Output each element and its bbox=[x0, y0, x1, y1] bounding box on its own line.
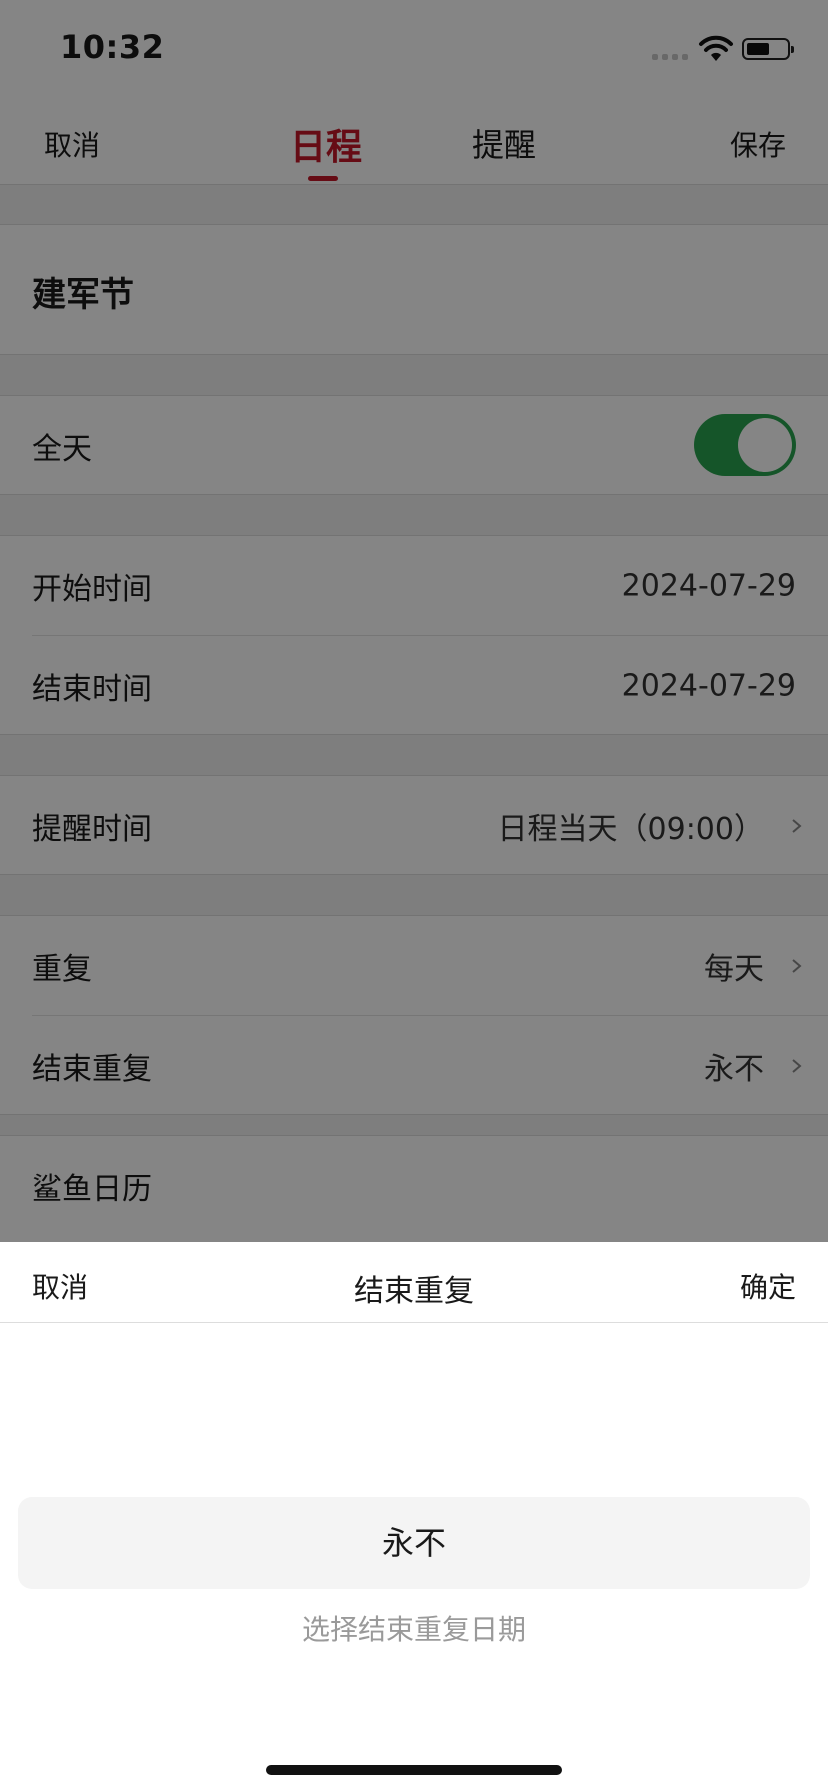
never-option-button[interactable]: 永不 bbox=[18, 1497, 810, 1589]
sheet-title: 结束重复 bbox=[354, 1274, 474, 1309]
end-repeat-sheet: 结束重复 取消 确定 永不 选择结束重复日期 bbox=[0, 1242, 828, 1792]
sheet-header: 结束重复 取消 确定 bbox=[0, 1242, 828, 1323]
choose-end-date-link[interactable]: 选择结束重复日期 bbox=[0, 1608, 828, 1648]
sheet-confirm-button[interactable]: 确定 bbox=[740, 1266, 796, 1306]
modal-overlay[interactable] bbox=[0, 0, 828, 1242]
sheet-cancel-button[interactable]: 取消 bbox=[32, 1266, 88, 1306]
home-indicator bbox=[266, 1765, 562, 1775]
